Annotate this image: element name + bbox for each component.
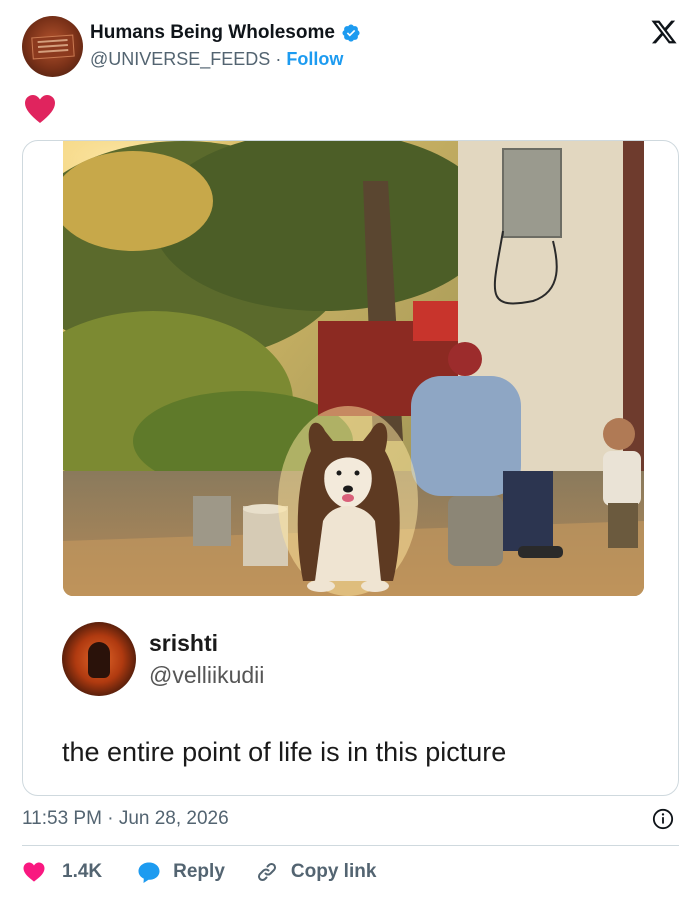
author-handle[interactable]: @UNIVERSE_FEEDS: [90, 49, 270, 69]
reply-bubble-icon: [138, 862, 160, 883]
post-header: Humans Being Wholesome @UNIVERSE_FEEDS ·…: [22, 16, 682, 78]
timestamp-separator: ·: [107, 808, 114, 829]
quoted-author-avatar[interactable]: [62, 622, 136, 696]
post-actions: 1.4K Reply Copy link: [22, 858, 376, 886]
info-icon[interactable]: [652, 808, 674, 830]
actions-divider: [22, 845, 679, 846]
quoted-author-name: srishti: [149, 630, 219, 656]
reply-button[interactable]: Reply: [137, 860, 225, 884]
post-photo[interactable]: [63, 141, 644, 596]
post-time: 11:53 PM: [22, 808, 102, 829]
author-name[interactable]: Humans Being Wholesome: [90, 22, 335, 44]
like-button[interactable]: 1.4K: [22, 860, 102, 884]
reply-label: Reply: [173, 861, 225, 882]
copy-link-label: Copy link: [290, 861, 377, 882]
author-name-row: Humans Being Wholesome: [90, 22, 361, 44]
like-count: 1.4K: [62, 861, 103, 882]
link-icon: [257, 862, 276, 882]
photo-illustration: [63, 141, 644, 596]
post-date: Jun 28, 2026: [118, 808, 229, 829]
quoted-post-text: the entire point of life is in this pict…: [62, 737, 507, 767]
heart-icon: [25, 95, 55, 123]
author-handle-row: @UNIVERSE_FEEDS · Follow: [90, 49, 343, 70]
author-avatar[interactable]: [22, 16, 83, 77]
quoted-author-handle: @velliikudii: [149, 662, 265, 688]
follow-button[interactable]: Follow: [286, 49, 343, 69]
quoted-post-card[interactable]: srishti @velliikudii the entire point of…: [22, 140, 679, 796]
handle-separator: ·: [275, 49, 282, 69]
copy-link-button[interactable]: Copy link: [255, 860, 377, 884]
post-timestamp[interactable]: 11:53 PM · Jun 28, 2026: [22, 808, 229, 830]
like-heart-icon: [23, 862, 45, 882]
verified-badge-icon: [342, 24, 360, 42]
x-logo-icon[interactable]: [650, 18, 678, 46]
